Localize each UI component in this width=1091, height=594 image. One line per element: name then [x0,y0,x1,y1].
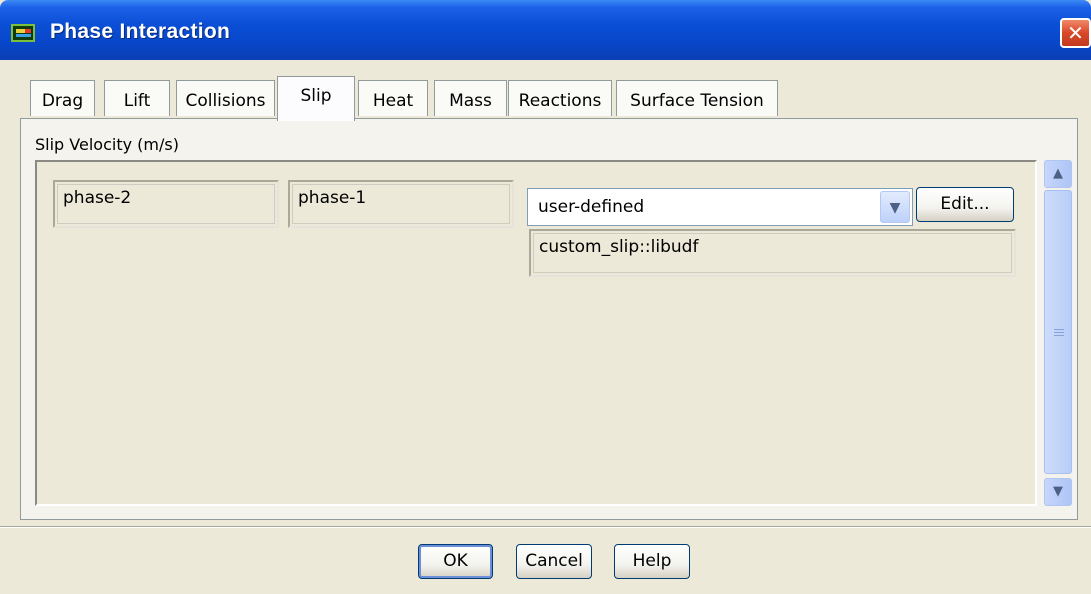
help-button[interactable]: Help [614,544,690,579]
scrollbar-thumb[interactable] [1044,190,1072,474]
app-icon[interactable] [11,24,35,42]
cancel-button[interactable]: Cancel [516,544,592,579]
ok-button[interactable]: OK [418,544,493,579]
phase-2-field: phase-2 [53,180,279,228]
slip-velocity-label: Slip Velocity (m/s) [35,135,179,154]
footer-divider [0,526,1091,528]
phase-1-field: phase-1 [288,180,514,228]
vertical-scrollbar[interactable]: ▲ ▼ [1044,160,1072,506]
slip-method-value: user-defined [538,197,645,217]
window-title: Phase Interaction [50,20,231,43]
tab-heat[interactable]: Heat [358,80,428,116]
tab-lift[interactable]: Lift [104,80,170,116]
close-icon: ✕ [1067,21,1084,45]
tab-drag[interactable]: Drag [30,80,95,116]
edit-button[interactable]: Edit... [916,187,1014,222]
title-bar: Phase Interaction ✕ [0,0,1091,60]
tab-mass[interactable]: Mass [434,80,507,116]
tab-surface-tension[interactable]: Surface Tension [616,80,778,116]
tab-slip[interactable]: Slip [277,76,355,121]
close-button[interactable]: ✕ [1060,18,1091,48]
tab-collisions[interactable]: Collisions [176,80,275,116]
tab-reactions[interactable]: Reactions [508,80,612,116]
chevron-up-icon[interactable]: ▲ [1044,160,1072,188]
slip-method-dropdown[interactable]: user-defined ▼ [527,188,913,226]
chevron-down-icon[interactable]: ▼ [880,191,910,223]
udf-name-field: custom_slip::libudf [529,229,1016,277]
chevron-down-icon[interactable]: ▼ [1044,478,1072,506]
